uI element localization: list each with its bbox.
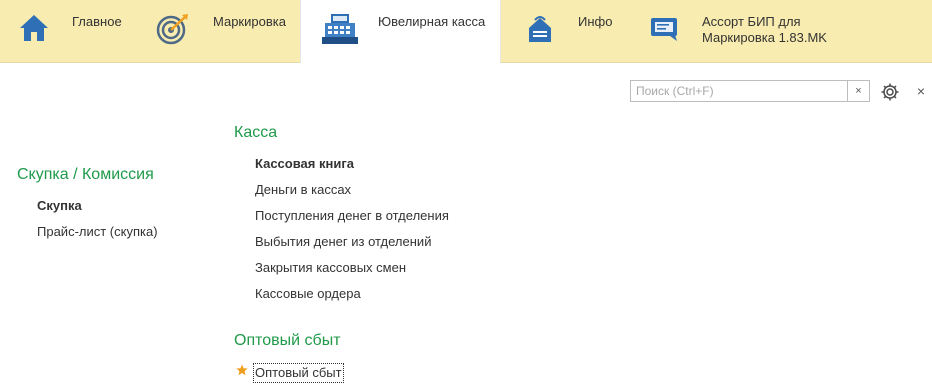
section-marking[interactable]: Маркировка	[140, 0, 300, 62]
section-assort-bip[interactable]: Ассорт БИП для Маркировка 1.83.MK	[623, 0, 863, 62]
search-clear-button[interactable]: ×	[848, 80, 870, 102]
link-money-disposals[interactable]: Выбытия денег из отделений	[255, 234, 431, 250]
cash-register-icon	[322, 14, 358, 44]
close-button[interactable]: ×	[914, 82, 928, 100]
link-cash-orders[interactable]: Кассовые ордера	[255, 286, 361, 302]
section-label: Ассорт БИП для Маркировка 1.83.MK	[702, 14, 827, 45]
home-icon	[20, 15, 48, 41]
section-label: Главное	[72, 14, 122, 29]
section-info[interactable]: Инфо	[501, 0, 623, 62]
link-wholesale[interactable]: Оптовый сбыт	[253, 363, 344, 383]
link-cash-book[interactable]: Кассовая книга	[255, 156, 354, 172]
search-input[interactable]	[630, 80, 848, 102]
info-bag-icon	[529, 16, 551, 42]
link-buyup-pricelist[interactable]: Прайс-лист (скупка)	[37, 224, 158, 240]
group-title-kassa: Касса	[234, 124, 278, 141]
sections-panel: Главное Маркировка Ювелирная касса Инфо …	[0, 0, 932, 63]
favorite-star-icon[interactable]	[236, 364, 248, 376]
gear-icon[interactable]	[880, 82, 900, 102]
section-label: Маркировка	[213, 14, 286, 29]
link-money-in-cashboxes[interactable]: Деньги в кассах	[255, 182, 351, 198]
group-title-buyup: Скупка / Комиссия	[17, 166, 154, 183]
section-jewelry-cash[interactable]: Ювелирная касса	[300, 0, 501, 63]
target-icon	[156, 14, 188, 45]
section-main[interactable]: Главное	[0, 0, 140, 62]
link-shift-closures[interactable]: Закрытия кассовых смен	[255, 260, 406, 276]
link-money-receipts[interactable]: Поступления денег в отделения	[255, 208, 449, 224]
chat-icon	[651, 18, 677, 41]
section-label: Инфо	[578, 14, 613, 29]
section-label: Ювелирная касса	[378, 14, 486, 29]
group-title-wholesale: Оптовый сбыт	[234, 332, 341, 349]
link-buyup[interactable]: Скупка	[37, 198, 82, 214]
